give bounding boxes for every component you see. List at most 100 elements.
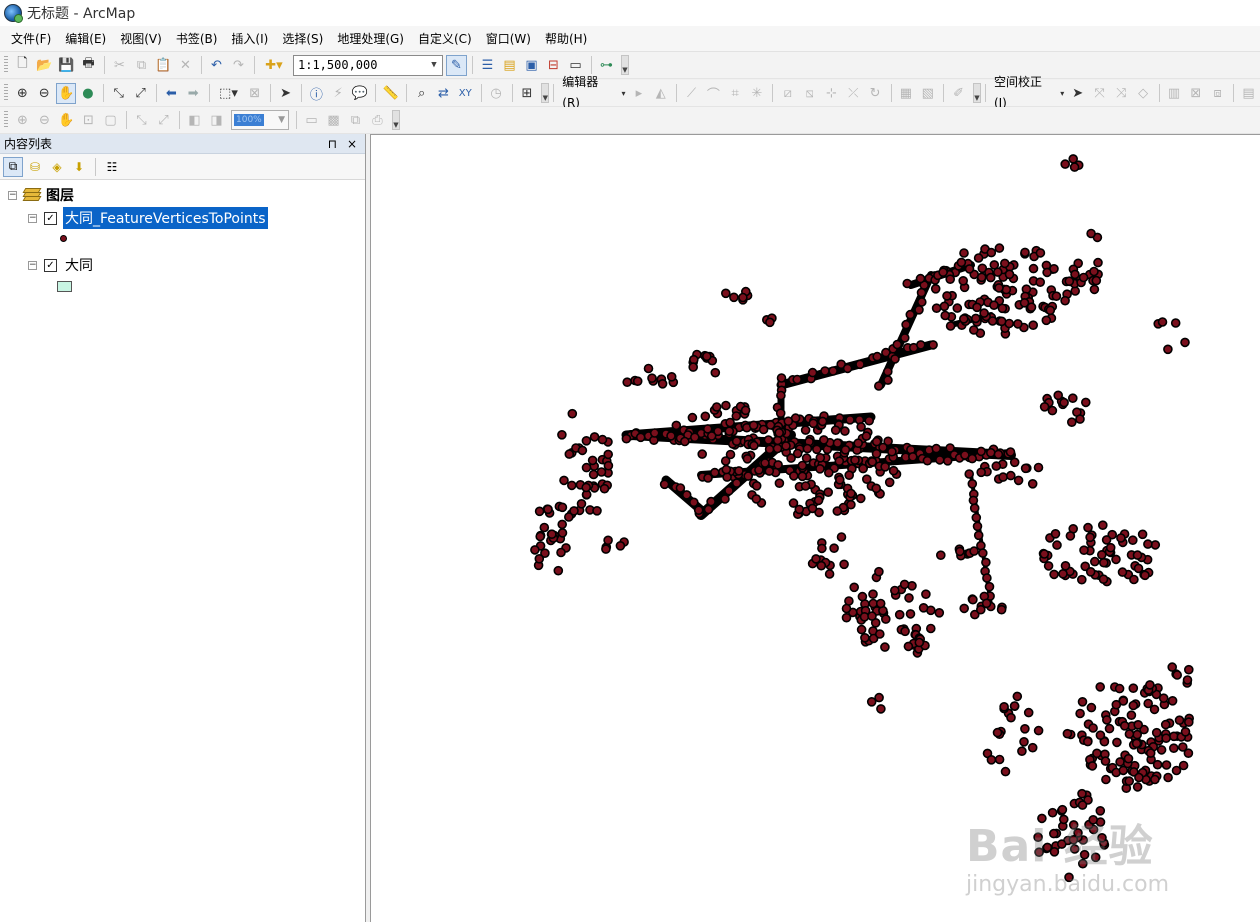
fixed-zoom-out-layout-icon[interactable]: ⤢ bbox=[153, 110, 174, 131]
reshape-icon[interactable]: ⧅ bbox=[799, 83, 820, 104]
open-folder-icon[interactable]: 📂 bbox=[34, 55, 55, 76]
table-of-contents-icon[interactable]: ☰ bbox=[477, 55, 498, 76]
editor-toolbar-icon[interactable]: ✎ bbox=[446, 54, 467, 76]
menu-selection[interactable]: 选择(S) bbox=[275, 26, 330, 52]
layer-row-feature-vertices[interactable]: − ✓ 大同_FeatureVerticesToPoints bbox=[28, 207, 268, 229]
go-forward-extent-icon[interactable]: ◨ bbox=[206, 110, 227, 131]
chevron-down-icon[interactable]: ▾ bbox=[1058, 83, 1066, 104]
add-data-icon[interactable]: ✚▾ bbox=[259, 55, 289, 76]
layer-group-row[interactable]: − 图层 bbox=[8, 184, 74, 206]
zoom-in-icon[interactable]: ⊕ bbox=[12, 83, 33, 104]
attribute-transfer-icon[interactable]: ⊠ bbox=[1185, 83, 1206, 104]
layout-pan-icon[interactable]: ✋ bbox=[56, 110, 77, 131]
map-canvas[interactable] bbox=[371, 135, 1260, 922]
select-elements-arrow-icon[interactable]: ➤ bbox=[1067, 83, 1088, 104]
toolbar-options-icon[interactable]: ▼ bbox=[541, 83, 550, 103]
endpoint-arc-icon[interactable]: ⌒ bbox=[703, 83, 724, 104]
html-popup-icon[interactable]: 💬 bbox=[350, 83, 371, 104]
menu-file[interactable]: 文件(F) bbox=[4, 26, 58, 52]
layer-visibility-checkbox[interactable]: ✓ bbox=[44, 258, 57, 272]
menu-customize[interactable]: 自定义(C) bbox=[411, 26, 479, 52]
copy-icon[interactable]: ⧉ bbox=[131, 55, 152, 76]
layer-name[interactable]: 大同 bbox=[63, 254, 95, 276]
pan-hand-icon[interactable]: ✋ bbox=[55, 82, 77, 104]
create-viewer-window-icon[interactable]: ⊞ bbox=[517, 83, 538, 104]
chevron-down-icon[interactable]: ▼ bbox=[278, 115, 288, 125]
edge-match-icon[interactable]: ⧈ bbox=[1207, 83, 1228, 104]
delete-icon[interactable]: ✕ bbox=[175, 55, 196, 76]
point-icon[interactable]: ✳ bbox=[747, 83, 768, 104]
collapse-icon[interactable]: − bbox=[28, 260, 37, 270]
multiple-displacement-icon[interactable]: ◇ bbox=[1133, 83, 1154, 104]
new-displacement-link-icon[interactable]: ⤧ bbox=[1089, 83, 1110, 104]
straight-segment-icon[interactable]: ⟋ bbox=[681, 83, 702, 104]
rotate-icon[interactable]: ↻ bbox=[865, 83, 886, 104]
menu-view[interactable]: 视图(V) bbox=[113, 26, 169, 52]
zoom-100-percent-icon[interactable]: ▢ bbox=[100, 110, 121, 131]
print-icon[interactable]: 🖶 bbox=[78, 55, 99, 76]
time-slider-icon[interactable]: ◷ bbox=[486, 83, 507, 104]
menu-geoprocessing[interactable]: 地理处理(G) bbox=[330, 26, 411, 52]
toolbar-options-icon[interactable]: ▼ bbox=[621, 55, 629, 75]
split-icon[interactable]: ⤫ bbox=[843, 83, 864, 104]
polygon-symbol-icon[interactable] bbox=[57, 281, 72, 292]
list-by-visibility-icon[interactable]: ◈ bbox=[47, 157, 67, 177]
menu-bookmarks[interactable]: 书签(B) bbox=[169, 26, 225, 52]
map-display[interactable]: Bai 经验 jingyan.baidu.com bbox=[370, 134, 1260, 922]
hyperlink-icon[interactable]: ⚡ bbox=[328, 83, 349, 104]
pin-icon[interactable]: ⊓ bbox=[328, 137, 337, 151]
limited-adjustment-icon[interactable]: ▤ bbox=[1238, 83, 1259, 104]
sketch-properties-icon[interactable]: ▧ bbox=[917, 83, 938, 104]
create-features-icon[interactable]: ✐ bbox=[948, 83, 969, 104]
layer-name[interactable]: 大同_FeatureVerticesToPoints bbox=[63, 207, 268, 229]
fixed-zoom-in-icon[interactable]: ⤡ bbox=[108, 83, 129, 104]
data-driven-pages-icon[interactable]: ⎙ bbox=[367, 110, 388, 131]
menu-edit[interactable]: 编辑(E) bbox=[58, 26, 113, 52]
toolbar-options-icon[interactable]: ▼ bbox=[973, 83, 981, 103]
close-icon[interactable]: × bbox=[347, 137, 357, 151]
chevron-down-icon[interactable]: ▼ bbox=[426, 60, 442, 70]
cut-polygons-icon[interactable]: ⊹ bbox=[821, 83, 842, 104]
fixed-zoom-in-layout-icon[interactable]: ⤡ bbox=[131, 110, 152, 131]
identify-icon[interactable]: ⓘ bbox=[306, 83, 327, 104]
collapse-icon[interactable]: − bbox=[28, 213, 37, 223]
attributes-icon[interactable]: ▦ bbox=[896, 83, 917, 104]
toggle-draft-mode-icon[interactable]: ▭ bbox=[301, 110, 322, 131]
measure-icon[interactable]: 📏 bbox=[380, 83, 401, 104]
search-window-icon[interactable]: ▣ bbox=[521, 55, 542, 76]
select-features-icon[interactable]: ⬚▾ bbox=[214, 83, 244, 104]
options-icon[interactable]: ☷ bbox=[102, 157, 122, 177]
clear-selection-icon[interactable]: ⊠ bbox=[244, 83, 265, 104]
fixed-zoom-out-icon[interactable]: ⤢ bbox=[130, 83, 151, 104]
edit-tool-icon[interactable]: ▸ bbox=[628, 83, 649, 104]
undo-icon[interactable]: ↶ bbox=[206, 55, 227, 76]
toolbar-grip[interactable] bbox=[4, 84, 8, 102]
catalog-icon[interactable]: ▤ bbox=[499, 55, 520, 76]
menu-insert[interactable]: 插入(I) bbox=[224, 26, 275, 52]
toolbar-grip[interactable] bbox=[4, 56, 8, 74]
go-back-extent-icon[interactable]: ◧ bbox=[184, 110, 205, 131]
find-binoculars-icon[interactable]: ⌕ bbox=[411, 83, 432, 104]
find-route-icon[interactable]: ⇄ bbox=[433, 83, 454, 104]
list-by-source-icon[interactable]: ⛁ bbox=[25, 157, 45, 177]
layer-row-datong[interactable]: − ✓ 大同 bbox=[28, 254, 95, 276]
zoom-whole-page-icon[interactable]: ⊡ bbox=[78, 110, 99, 131]
redo-icon[interactable]: ↷ bbox=[228, 55, 249, 76]
forward-arrow-icon[interactable]: ➡ bbox=[183, 83, 204, 104]
list-by-drawing-order-icon[interactable]: ⧉ bbox=[3, 156, 23, 177]
select-elements-arrow-icon[interactable]: ➤ bbox=[275, 83, 296, 104]
menu-help[interactable]: 帮助(H) bbox=[538, 26, 594, 52]
modify-link-icon[interactable]: ⤨ bbox=[1111, 83, 1132, 104]
toolbar-options-icon[interactable]: ▼ bbox=[392, 110, 400, 130]
toolbar-grip[interactable] bbox=[4, 111, 8, 129]
full-extent-globe-icon[interactable]: ● bbox=[77, 83, 98, 104]
focus-data-frame-icon[interactable]: ▩ bbox=[323, 110, 344, 131]
go-to-xy-icon[interactable]: XY bbox=[455, 83, 476, 104]
new-document-icon[interactable]: 🗋 bbox=[12, 55, 33, 76]
trace-icon[interactable]: ⌗ bbox=[725, 83, 746, 104]
cut-icon[interactable]: ✂ bbox=[109, 55, 130, 76]
point-symbol-icon[interactable] bbox=[60, 235, 67, 242]
edit-annotation-icon[interactable]: ◭ bbox=[650, 83, 671, 104]
menu-windows[interactable]: 窗口(W) bbox=[479, 26, 538, 52]
view-link-table-icon[interactable]: ▥ bbox=[1164, 83, 1185, 104]
